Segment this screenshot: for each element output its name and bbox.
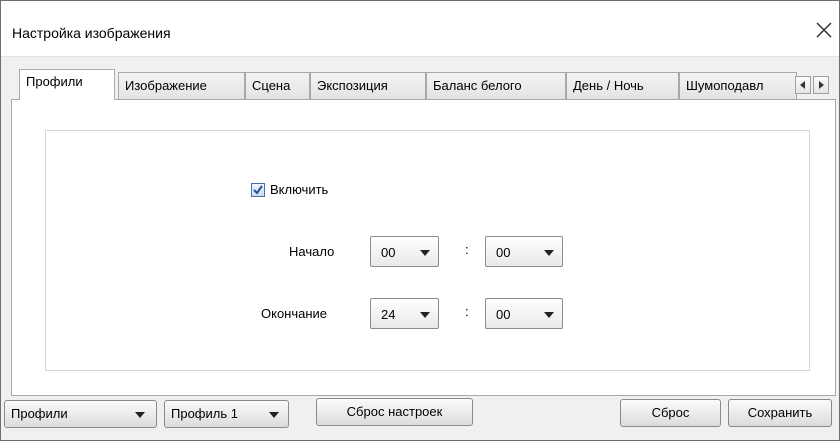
title-bar: Настройка изображения — [1, 1, 839, 57]
tab-scene[interactable]: Сцена — [245, 72, 310, 99]
tab-label: День / Ночь — [573, 78, 644, 93]
arrow-right-icon[interactable] — [813, 76, 829, 94]
reset-button[interactable]: Сброс — [620, 399, 721, 427]
profiles-panel: Включить Начало 00 : 00 Окончание 24 : 0… — [11, 99, 836, 396]
tab-label: Экспозиция — [317, 78, 388, 93]
image-settings-dialog: Настройка изображения Профили Изображени… — [0, 0, 840, 441]
chevron-down-icon — [544, 312, 554, 318]
enable-label: Включить — [270, 182, 329, 197]
tab-day-night[interactable]: День / Ночь — [566, 72, 679, 99]
tab-profiles[interactable]: Профили — [19, 69, 115, 100]
end-label: Окончание — [261, 306, 328, 321]
end-hour-select[interactable]: 24 — [370, 298, 439, 329]
tab-white-balance[interactable]: Баланс белого — [426, 72, 566, 99]
close-icon[interactable] — [813, 19, 835, 41]
tab-label: Шумоподавл — [686, 78, 764, 93]
profile-select-label: Профиль 1 — [171, 406, 238, 421]
tab-noise-reduction[interactable]: Шумоподавл — [679, 72, 797, 99]
reset-settings-button[interactable]: Сброс настроек — [316, 398, 473, 426]
chevron-down-icon — [269, 412, 279, 418]
end-minute-select[interactable]: 00 — [485, 298, 563, 329]
profiles-dropdown[interactable]: Профили — [4, 400, 157, 428]
chevron-down-icon — [544, 250, 554, 256]
chevron-down-icon — [420, 250, 430, 256]
start-minute-select[interactable]: 00 — [485, 236, 563, 267]
time-separator: : — [465, 304, 469, 319]
check-icon — [253, 185, 263, 195]
profile-select-dropdown[interactable]: Профиль 1 — [164, 400, 289, 428]
end-minute-value: 00 — [496, 307, 511, 322]
save-button[interactable]: Сохранить — [728, 399, 832, 427]
tab-label: Баланс белого — [433, 78, 522, 93]
tab-label: Профили — [26, 74, 83, 89]
start-minute-value: 00 — [496, 245, 511, 260]
window-title: Настройка изображения — [12, 25, 171, 41]
enable-checkbox[interactable] — [251, 183, 265, 197]
end-hour-value: 24 — [381, 307, 396, 322]
start-hour-select[interactable]: 00 — [370, 236, 439, 267]
start-label: Начало — [289, 244, 335, 259]
profiles-dropdown-label: Профили — [11, 406, 68, 421]
schedule-group: Включить Начало 00 : 00 Окончание 24 : 0… — [45, 130, 810, 371]
tab-label: Изображение — [125, 78, 207, 93]
tab-exposure[interactable]: Экспозиция — [310, 72, 426, 99]
arrow-left-icon[interactable] — [795, 76, 811, 94]
chevron-down-icon — [135, 412, 145, 418]
start-hour-value: 00 — [381, 245, 396, 260]
tab-image[interactable]: Изображение — [118, 72, 245, 99]
tab-label: Сцена — [252, 78, 291, 93]
time-separator: : — [465, 242, 469, 257]
chevron-down-icon — [420, 312, 430, 318]
